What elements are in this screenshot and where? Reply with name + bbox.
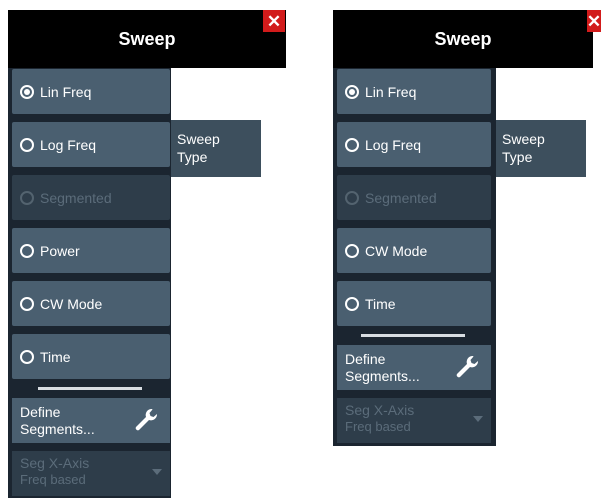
radio-icon (20, 296, 34, 311)
radio-checked-icon (345, 84, 359, 99)
close-button[interactable]: ✕ (587, 10, 601, 32)
cw-mode-button[interactable]: CW Mode (337, 228, 491, 273)
log-freq-button[interactable]: Log Freq (12, 122, 170, 167)
radio-icon (20, 137, 34, 152)
radio-icon (20, 349, 34, 364)
button-label: Time (40, 348, 71, 365)
close-button[interactable]: ✕ (263, 10, 285, 32)
cw-mode-button[interactable]: CW Mode (12, 281, 170, 326)
panel-title: Sweep (118, 28, 176, 49)
seg-axis-value: Freq based (345, 419, 411, 434)
seg-axis-value: Freq based (20, 472, 86, 487)
chevron-down-icon (473, 416, 483, 422)
seg-axis-label: Seg X-Axis (20, 455, 90, 471)
button-label: Log Freq (365, 136, 422, 153)
sweep-type-line1: Sweep (502, 131, 545, 147)
button-label: Time (365, 295, 396, 312)
button-label: Lin Freq (365, 83, 417, 100)
sweep-type-line2: Type (502, 149, 533, 165)
radio-icon (345, 296, 359, 311)
button-label: Lin Freq (40, 83, 92, 100)
close-icon: ✕ (586, 11, 601, 31)
power-button[interactable]: Power (12, 228, 170, 273)
sweep-type-line1: Sweep (177, 131, 220, 147)
sweep-type-tab[interactable]: Sweep Type (171, 120, 261, 177)
radio-icon (345, 243, 359, 258)
button-label: Segmented (40, 189, 112, 206)
sweep-panel-right: Sweep ✕ Lin Freq Log Freq Segmented CW M… (333, 10, 601, 450)
lin-freq-button[interactable]: Lin Freq (337, 69, 491, 114)
panel-title: Sweep (434, 28, 492, 49)
radio-icon (345, 137, 359, 152)
log-freq-button[interactable]: Log Freq (337, 122, 491, 167)
button-label: Power (40, 242, 80, 259)
segmented-button: Segmented (12, 175, 170, 220)
seg-x-axis-dropdown: Seg X-Axis Freq based (12, 451, 170, 496)
softkey-panel: Lin Freq Log Freq Segmented Power CW Mod… (8, 68, 171, 498)
button-label: CW Mode (365, 242, 428, 259)
separator (361, 334, 465, 337)
define-segments-button[interactable]: Define Segments... (12, 398, 170, 443)
wrench-icon (456, 355, 479, 378)
seg-axis-label: Seg X-Axis (345, 402, 415, 418)
sweep-type-tab[interactable]: Sweep Type (496, 120, 586, 177)
separator (38, 387, 142, 390)
button-label: Log Freq (40, 136, 97, 153)
softkey-panel: Lin Freq Log Freq Segmented CW Mode Time… (333, 68, 496, 446)
wrench-icon (135, 408, 158, 431)
panel-header: Sweep (333, 10, 593, 68)
radio-icon (20, 190, 34, 205)
radio-icon (20, 243, 34, 258)
define-segments-button[interactable]: Define Segments... (337, 345, 491, 390)
seg-x-axis-dropdown: Seg X-Axis Freq based (337, 398, 491, 443)
close-icon: ✕ (266, 11, 282, 31)
radio-checked-icon (20, 84, 34, 99)
lin-freq-button[interactable]: Lin Freq (12, 69, 170, 114)
sweep-panel-left: Sweep ✕ Lin Freq Log Freq Segmented Powe… (8, 10, 286, 498)
time-button[interactable]: Time (337, 281, 491, 326)
panel-header: Sweep (8, 10, 286, 68)
button-label: CW Mode (40, 295, 103, 312)
segmented-button: Segmented (337, 175, 491, 220)
sweep-type-line2: Type (177, 149, 208, 165)
chevron-down-icon (152, 469, 162, 475)
button-label: Segmented (365, 189, 437, 206)
radio-icon (345, 190, 359, 205)
time-button[interactable]: Time (12, 334, 170, 379)
